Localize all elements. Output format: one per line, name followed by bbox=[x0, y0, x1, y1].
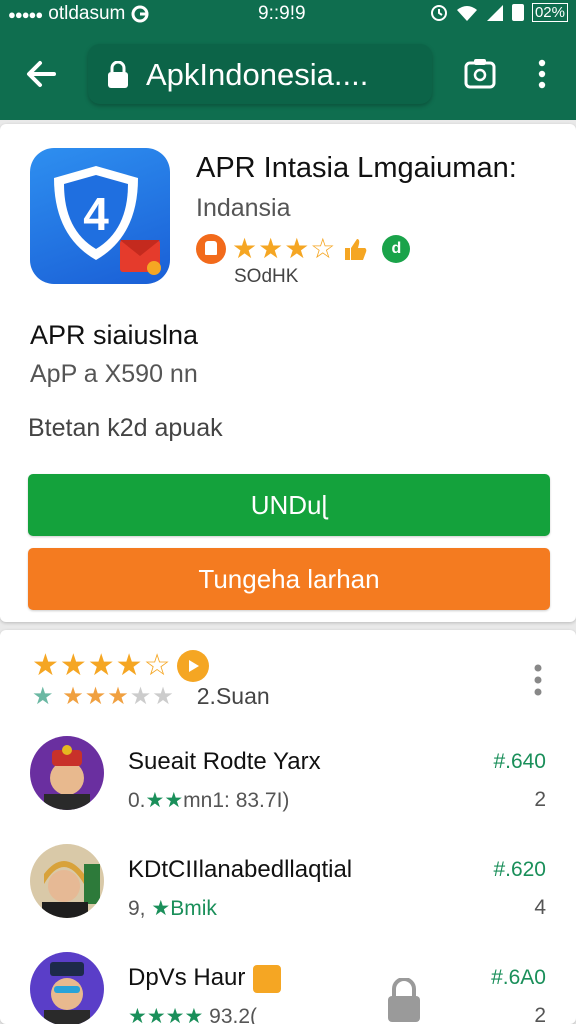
rating-badge-icon bbox=[196, 233, 226, 264]
lock-icon bbox=[108, 61, 128, 88]
signal-dots-icon: ●●●●● bbox=[8, 6, 43, 22]
app-icon: 4 bbox=[30, 148, 170, 284]
url-text: ApkIndonesia.... bbox=[146, 57, 369, 92]
review-meta: 0.★★mn1: 83.7I) bbox=[128, 789, 290, 812]
arrow-left-icon bbox=[27, 61, 56, 87]
app-rating-row: ★★★☆ d bbox=[196, 232, 411, 265]
alarm-icon bbox=[430, 4, 447, 21]
browser-toolbar: ApkIndonesia.... bbox=[0, 28, 576, 120]
back-button[interactable] bbox=[20, 52, 64, 96]
summary-count: 2.Suan bbox=[196, 683, 270, 709]
app-title: APR Intasia Lmgaiuman: bbox=[196, 152, 517, 184]
rating-summary: ★★★★☆ bbox=[32, 648, 210, 683]
lock-icon bbox=[388, 978, 420, 1022]
avatar bbox=[30, 736, 104, 810]
svg-text:4: 4 bbox=[83, 188, 109, 240]
info-size: ApP a X590 nn bbox=[30, 360, 198, 388]
more-vertical-icon bbox=[534, 664, 542, 696]
rating-summary-row: ★ ★★★★★ 2.Suan bbox=[32, 682, 270, 711]
app-detail-card: 4 APR Intasia Lmgaiuman: Indansia ★★★☆ d… bbox=[0, 124, 576, 622]
shield-icon: 4 bbox=[54, 166, 161, 275]
review-author: KDtCIIlanabedllaqtial bbox=[128, 856, 353, 883]
review-author: DpVs Haur bbox=[128, 964, 282, 993]
wifi-icon bbox=[456, 5, 477, 21]
battery-level: 02% bbox=[531, 3, 568, 22]
review-meta: ★★★★ 93.2( bbox=[128, 1005, 258, 1024]
camera-icon bbox=[464, 59, 496, 89]
review-count: SOdHK bbox=[234, 266, 299, 287]
rating-stars-icon: ★★★☆ bbox=[232, 233, 337, 264]
signal-icon bbox=[486, 4, 503, 21]
avatar bbox=[30, 844, 104, 918]
status-bar: ●●●●● otldasum 9::9!9 02% bbox=[0, 0, 576, 28]
screenshot-button[interactable] bbox=[462, 56, 498, 92]
review-item[interactable]: KDtCIIlanabedllaqtial 9, ★Bmik #.620 4 bbox=[0, 844, 576, 944]
info-heading: APR siaiuslna bbox=[30, 320, 199, 350]
review-item[interactable]: Sueait Rodte Yarx 0.★★mn1: 83.7I) #.640 … bbox=[0, 736, 576, 836]
carrier-name: otldasum bbox=[48, 3, 126, 24]
review-meta: 9, ★Bmik bbox=[128, 897, 217, 920]
battery-icon bbox=[511, 4, 524, 21]
overflow-menu-button[interactable] bbox=[530, 56, 554, 92]
verified-badge: d bbox=[382, 234, 411, 263]
review-score: #.640 bbox=[493, 750, 546, 773]
reviews-more-button[interactable] bbox=[526, 662, 550, 698]
app-developer[interactable]: Indansia bbox=[196, 194, 291, 223]
hourglass-icon bbox=[253, 964, 282, 993]
review-score: #.6A0 bbox=[491, 966, 546, 989]
review-score: #.620 bbox=[493, 858, 546, 881]
address-bar[interactable]: ApkIndonesia.... bbox=[88, 44, 432, 104]
summary-stars-icon: ★★★★☆ bbox=[32, 649, 172, 682]
summary-stars-small-icon: ★ ★★★★★ bbox=[32, 683, 175, 710]
install-button[interactable]: UNDuɭ bbox=[28, 474, 550, 536]
reviews-card: ★★★★☆ ★ ★★★★★ 2.Suan Sueait Rodte Yarx 0… bbox=[0, 630, 576, 1024]
clock: 9::9!9 bbox=[258, 3, 306, 24]
secondary-button[interactable]: Tungeha larhan bbox=[28, 548, 550, 610]
review-author: Sueait Rodte Yarx bbox=[128, 748, 321, 775]
avatar bbox=[30, 952, 104, 1024]
thumbs-up-icon bbox=[345, 238, 367, 260]
more-vertical-icon bbox=[538, 59, 546, 89]
info-note: Btetan k2d apuak bbox=[28, 414, 223, 442]
review-count-small: 4 bbox=[534, 896, 546, 919]
review-count-small: 2 bbox=[534, 788, 546, 811]
review-item[interactable]: DpVs Haur ★★★★ 93.2( #.6A0 2 bbox=[0, 952, 576, 1024]
google-icon bbox=[131, 5, 149, 23]
play-icon[interactable] bbox=[177, 649, 210, 682]
review-count-small: 2 bbox=[534, 1004, 546, 1024]
